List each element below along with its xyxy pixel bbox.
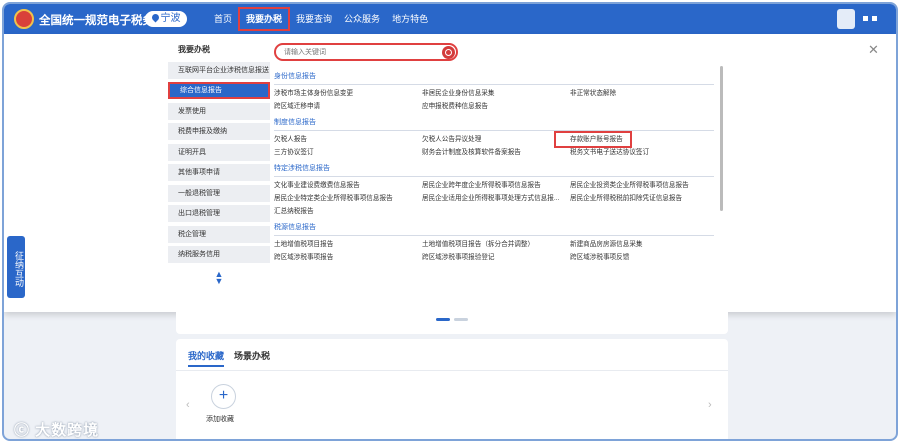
- link-grid: 土地增值税项目报告 土地增值税项目报告（拆分合并调整） 新建商品房房源信息采集 …: [274, 240, 714, 262]
- menu-link[interactable]: 土地增值税项目报告（拆分合并调整）: [422, 240, 570, 249]
- divider: [176, 370, 728, 371]
- link-grid: 文化事业建设费缴费信息报告 居民企业跨年度企业所得税事项信息报告 居民企业投资类…: [274, 181, 714, 216]
- sidebar-item[interactable]: 互联网平台企业涉税信息报送: [168, 61, 270, 79]
- divider: [274, 84, 714, 85]
- divider: [274, 235, 714, 236]
- watermark-mark-icon: ⓒ: [14, 422, 36, 439]
- menu-link[interactable]: 欠税人报告: [274, 135, 422, 144]
- menu-link[interactable]: 新建商品房房源信息采集: [570, 240, 714, 249]
- link-grid: 涉税市场主体身份信息变更 非居民企业身份信息采集 非正常状态解除 跨区域迁移申请…: [274, 89, 714, 111]
- menu-link[interactable]: 汇总纳税报告: [274, 207, 422, 216]
- section-title: 身份信息报告: [274, 73, 316, 80]
- divider: [274, 130, 714, 131]
- user-avatar[interactable]: [837, 9, 855, 29]
- nav-home[interactable]: 首页: [208, 4, 238, 34]
- nav-local-feature[interactable]: 地方特色: [386, 4, 434, 34]
- banner-card: [176, 312, 728, 334]
- chevron-right-icon[interactable]: ›: [708, 399, 712, 411]
- menu-link[interactable]: 居民企业跨年度企业所得税事项信息报告: [422, 181, 570, 190]
- menu-link-highlighted[interactable]: 存款账户账号报告: [554, 131, 632, 148]
- favorites-tabs: 我的收藏 场景办税: [188, 349, 270, 367]
- menu-link[interactable]: 跨区域涉税事项报告: [274, 253, 422, 262]
- link-grid: 欠税人报告 欠税人公告异议处理 存款账户账号报告 三方协议签订 财务会计制度及核…: [274, 131, 714, 157]
- section-title: 税源信息报告: [274, 224, 316, 231]
- menu-link[interactable]: 欠税人公告异议处理: [422, 135, 570, 144]
- menu-link[interactable]: 居民企业适用企业所得税事项处理方式信息报...: [422, 194, 570, 203]
- sidebar-item-selected[interactable]: 综合信息报告: [168, 82, 270, 99]
- menu-link[interactable]: 三方协议签订: [274, 148, 422, 157]
- menu-link[interactable]: 跨区域涉税事项报验登记: [422, 253, 570, 262]
- close-icon[interactable]: ✕: [868, 42, 879, 58]
- sidebar-item[interactable]: 出口退税管理: [168, 205, 270, 222]
- menu-link[interactable]: 居民企业特定类企业所得税事项信息报告: [274, 194, 422, 203]
- sidebar-item[interactable]: 发票使用: [168, 102, 270, 120]
- menu-link[interactable]: 应申报税费种信息报告: [422, 102, 570, 111]
- menu-link[interactable]: 财务会计制度及核算软件备案报告: [422, 148, 570, 157]
- sidebar-heading: 我要办税: [178, 45, 210, 54]
- search-icon[interactable]: [442, 46, 455, 59]
- divider: [274, 176, 714, 177]
- carousel-dots: [436, 318, 468, 321]
- menu-link[interactable]: 土地增值税项目报告: [274, 240, 422, 249]
- search-box: [274, 43, 458, 61]
- location-pin-icon: [150, 12, 160, 23]
- favorites-card: 我的收藏 场景办税 ‹ + 添加收藏 ›: [176, 339, 728, 439]
- menu-link[interactable]: 非居民企业身份信息采集: [422, 89, 570, 98]
- content-scrollbar[interactable]: [720, 66, 723, 211]
- section-title: 制度信息报告: [274, 119, 316, 126]
- nav-query[interactable]: 我要查询: [290, 4, 338, 34]
- chevron-left-icon[interactable]: ‹: [186, 399, 190, 411]
- menu-link[interactable]: 非正常状态解除: [570, 89, 714, 98]
- menu-content: 身份信息报告 涉税市场主体身份信息变更 非居民企业身份信息采集 非正常状态解除 …: [274, 71, 714, 262]
- city-selector[interactable]: 宁波: [145, 11, 187, 27]
- menu-link[interactable]: 文化事业建设费缴费信息报告: [274, 181, 422, 190]
- tab-my-favorites[interactable]: 我的收藏: [188, 349, 225, 367]
- menu-square-icon[interactable]: [872, 16, 877, 21]
- menu-square-icon[interactable]: [863, 16, 868, 21]
- menu-link[interactable]: 居民企业所得税税前扣除凭证信息报告: [570, 194, 714, 203]
- top-navigation-bar: 全国统一规范电子税务局 宁波 首页 我要办税 我要查询 公众服务 地方特色: [4, 4, 896, 34]
- section-title: 特定涉税信息报告: [274, 165, 330, 172]
- add-favorite-icon[interactable]: +: [211, 384, 236, 409]
- city-label: 宁波: [160, 13, 181, 24]
- main-nav: 首页 我要办税 我要查询 公众服务 地方特色: [208, 4, 434, 34]
- watermark-logo: ⓒ 大数跨境: [14, 419, 100, 439]
- sidebar-item[interactable]: 税费申报及缴纳: [168, 123, 270, 140]
- carousel-dot-active[interactable]: [436, 318, 450, 321]
- carousel-dot[interactable]: [454, 318, 468, 321]
- tax-emblem-icon: [14, 9, 34, 29]
- sidebar-item[interactable]: 一般退税管理: [168, 184, 270, 202]
- sidebar-item[interactable]: 纳税服务信用: [168, 246, 270, 263]
- menu-link[interactable]: 涉税市场主体身份信息变更: [274, 89, 422, 98]
- watermark-text: 大数跨境: [35, 422, 100, 439]
- category-sidebar: 我要办税 互联网平台企业涉税信息报送 综合信息报告 发票使用 税费申报及缴纳 证…: [168, 44, 270, 286]
- add-favorite-label: 添加收藏: [206, 416, 234, 423]
- nav-tax-handling[interactable]: 我要办税: [238, 7, 291, 31]
- tax-menu-dropdown: ✕ 我要办税 互联网平台企业涉税信息报送 综合信息报告 发票使用 税费申报及缴纳…: [4, 34, 896, 312]
- sidebar-item[interactable]: 证明开具: [168, 143, 270, 161]
- nav-public-service[interactable]: 公众服务: [338, 4, 386, 34]
- menu-link[interactable]: 跨区域迁移申请: [274, 102, 422, 111]
- sidebar-item[interactable]: 其他事项申请: [168, 164, 270, 181]
- search-input[interactable]: [284, 47, 434, 58]
- tab-scenario-tax[interactable]: 场景办税: [234, 349, 270, 367]
- menu-link[interactable]: 税务文书电子送达协议签订: [570, 148, 714, 157]
- interaction-float-button[interactable]: 征纳互动: [7, 236, 25, 298]
- scroll-arrows-icon[interactable]: ▲ ▼: [168, 270, 270, 286]
- menu-link[interactable]: 跨区域涉税事项反馈: [570, 253, 714, 262]
- browser-frame: 全国统一规范电子税务局 宁波 首页 我要办税 我要查询 公众服务 地方特色 ✕ …: [2, 2, 898, 441]
- sidebar-item[interactable]: 税企管理: [168, 225, 270, 243]
- menu-link[interactable]: 居民企业投资类企业所得税事项信息报告: [570, 181, 714, 190]
